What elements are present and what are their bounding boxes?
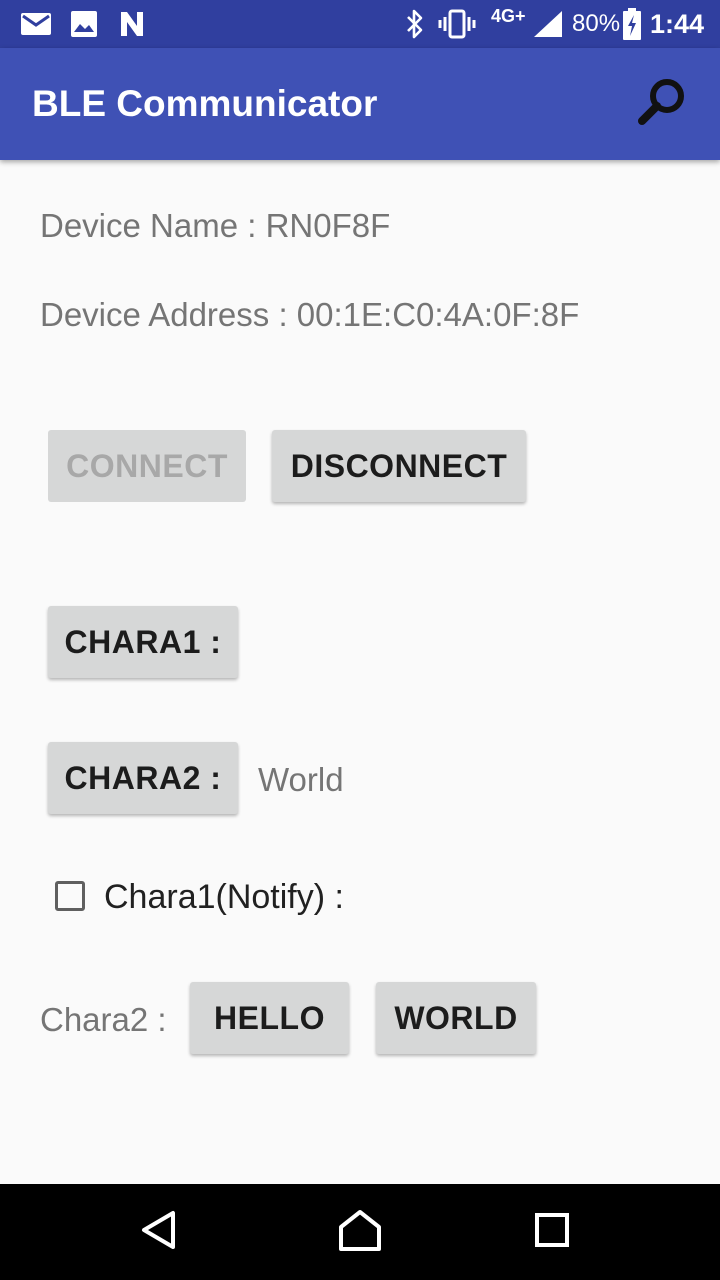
world-button[interactable]: WORLD bbox=[376, 982, 536, 1054]
network-type: 4G+ bbox=[491, 5, 526, 26]
battery-charging-icon bbox=[622, 0, 642, 48]
signal-icon bbox=[532, 0, 564, 48]
device-address-text: Device Address : 00:1E:C0:4A:0F:8F bbox=[40, 296, 580, 333]
home-icon bbox=[338, 1209, 382, 1256]
chara2-value: World bbox=[258, 761, 344, 798]
connect-button[interactable]: CONNECT bbox=[48, 430, 246, 502]
disconnect-button[interactable]: DISCONNECT bbox=[272, 430, 526, 502]
battery-percent: 80% bbox=[572, 10, 621, 37]
status-bar: 4G+ 80% 1:44 bbox=[0, 0, 720, 48]
vibrate-icon bbox=[438, 0, 476, 48]
search-icon bbox=[636, 76, 688, 133]
notify-checkbox[interactable] bbox=[55, 881, 85, 911]
mail-icon bbox=[20, 0, 52, 48]
app-title: BLE Communicator bbox=[32, 83, 378, 124]
hello-button[interactable]: HELLO bbox=[190, 982, 349, 1054]
chara2-read-button[interactable]: CHARA2 : bbox=[48, 742, 238, 814]
back-button[interactable] bbox=[100, 1184, 220, 1280]
navigation-bar bbox=[0, 1184, 720, 1280]
n-logo-icon bbox=[118, 0, 146, 48]
notify-checkbox-label[interactable]: Chara1(Notify) : bbox=[104, 878, 344, 917]
search-button[interactable] bbox=[630, 72, 694, 136]
back-icon bbox=[140, 1210, 180, 1255]
home-button[interactable] bbox=[300, 1184, 420, 1280]
clock: 1:44 bbox=[650, 8, 705, 39]
app-bar: BLE Communicator bbox=[0, 48, 720, 160]
chara2-write-label: Chara2 : bbox=[40, 1001, 167, 1038]
image-icon bbox=[70, 0, 98, 48]
bluetooth-icon bbox=[404, 0, 426, 48]
recents-icon bbox=[534, 1212, 570, 1253]
chara1-read-button[interactable]: CHARA1 : bbox=[48, 606, 238, 678]
recents-button[interactable] bbox=[492, 1184, 612, 1280]
device-name-text: Device Name : RN0F8F bbox=[40, 207, 391, 244]
